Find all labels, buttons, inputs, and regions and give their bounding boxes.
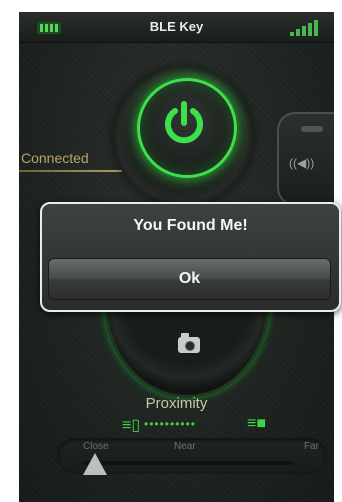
status-bar: BLE Key xyxy=(19,12,334,43)
proximity-slider[interactable] xyxy=(83,461,293,465)
lock-icon: ≡■ xyxy=(247,415,266,432)
slider-label-near: Near xyxy=(174,441,196,452)
connection-status: Connected xyxy=(21,150,89,166)
proximity-label: Proximity xyxy=(145,395,208,412)
alarm-button[interactable]: ((◀)) xyxy=(277,112,334,206)
alarm-slot xyxy=(301,126,323,132)
slider-thumb[interactable] xyxy=(83,453,107,475)
alarm-icon: ((◀)) xyxy=(289,156,315,170)
slider-label-close: Close xyxy=(83,441,109,452)
phone-icon: ≡▯ xyxy=(122,417,141,434)
found-me-dialog: You Found Me! Ok xyxy=(40,202,341,312)
connection-status-underline xyxy=(19,170,137,172)
ok-button[interactable]: Ok xyxy=(48,258,331,300)
camera-icon[interactable] xyxy=(178,333,200,353)
slider-label-far: Far xyxy=(304,441,319,452)
power-icon xyxy=(165,101,203,144)
power-button[interactable] xyxy=(137,78,237,178)
proximity-dots: •••••••••• xyxy=(144,417,197,431)
dialog-title: You Found Me! xyxy=(133,217,248,234)
signal-icon xyxy=(286,20,330,36)
